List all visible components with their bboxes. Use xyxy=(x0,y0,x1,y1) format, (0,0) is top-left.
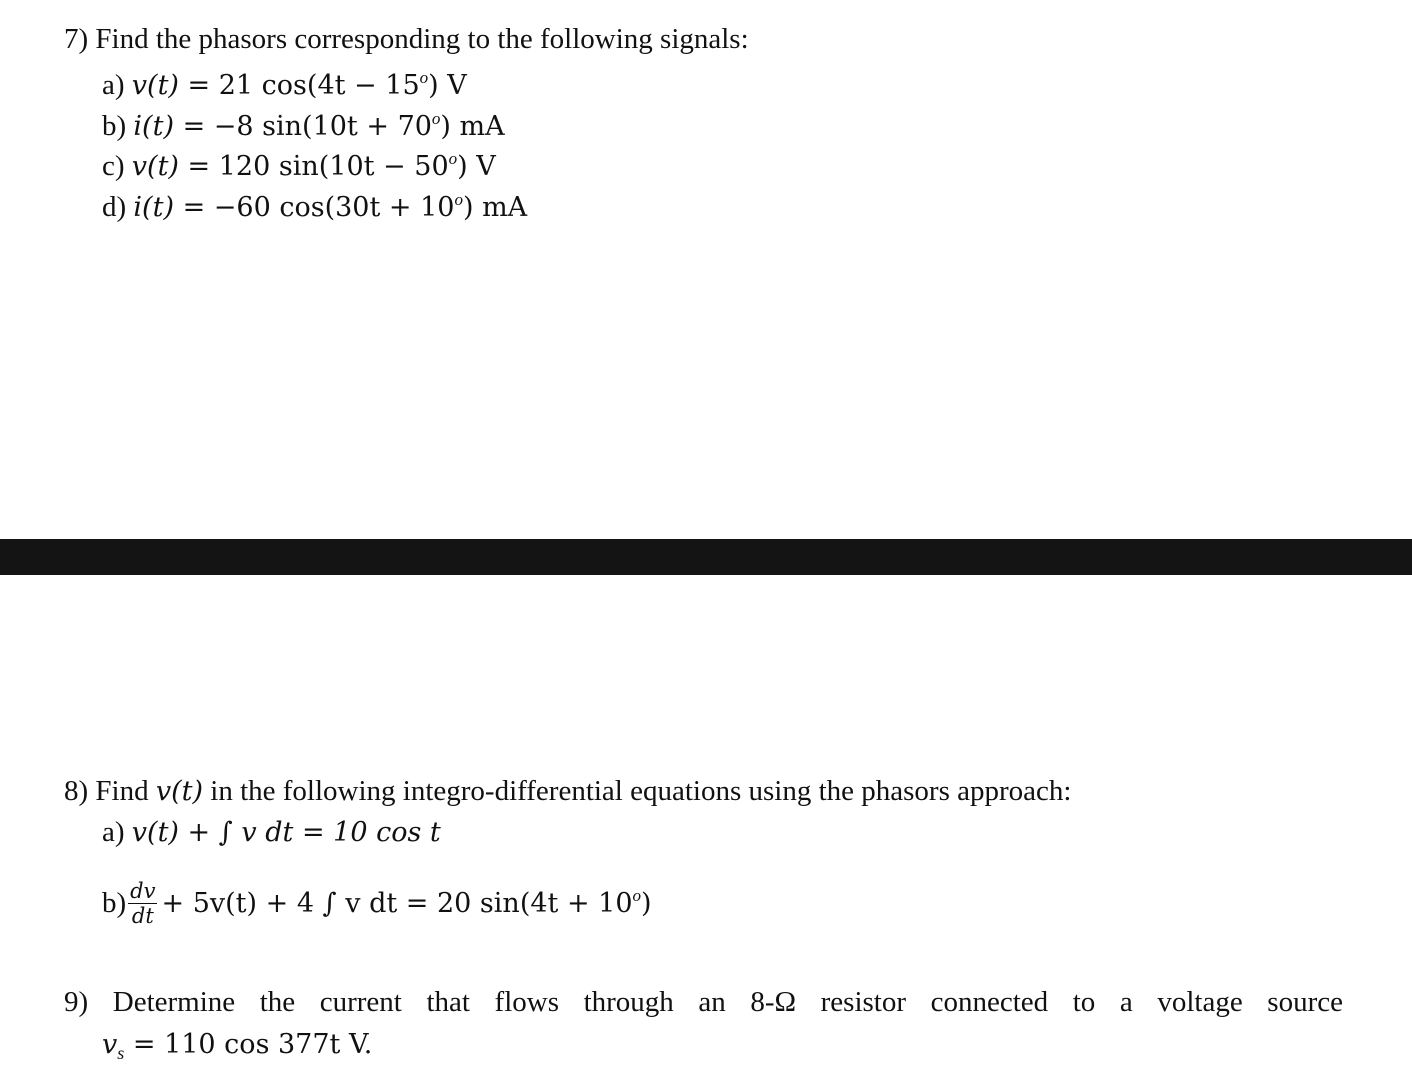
item-label: a) xyxy=(102,816,125,848)
item-lhs: v(t) xyxy=(131,151,179,182)
item-label: b) xyxy=(102,110,127,142)
derivative-fraction: dv dt xyxy=(128,878,158,928)
problem-8-heading: 8) Find v(t) in the following integro-di… xyxy=(64,774,1071,809)
item-expr: = 21 cos(4t − 15 xyxy=(178,70,420,101)
item-unit: ) mA xyxy=(462,192,528,223)
problem-7c: c) v(t) = 120 sin(10t − 50o) V xyxy=(102,142,496,184)
problem-9-expr: vs = 110 cos 377t V. xyxy=(102,1027,372,1070)
problem-8b: b) dv dt + 5v(t) + 4 ∫ v dt = 20 sin(4t + 1… xyxy=(102,868,652,932)
source-expr: = 110 cos 377t V. xyxy=(124,1029,373,1060)
problem-9-text: 9) Determine the current that flows thro… xyxy=(64,985,1343,1019)
item-lhs: i(t) xyxy=(133,111,174,142)
item-unit: ) mA xyxy=(440,111,505,142)
fraction-numerator: dv xyxy=(128,878,158,904)
problem-7-heading-text: 7) Find the phasors corresponding to the… xyxy=(64,23,749,55)
problem-8a: a) v(t) + ∫ v dt = 10 cos t xyxy=(102,815,441,850)
degree-symbol: o xyxy=(454,190,463,209)
item-expr: = −60 cos(30t + 10 xyxy=(173,192,455,223)
item-unit: ) V xyxy=(457,151,496,182)
item-label: b) xyxy=(102,887,127,919)
heading-variable: v(t) xyxy=(155,776,204,807)
item-lhs: i(t) xyxy=(133,192,174,223)
item-unit: ) V xyxy=(428,70,467,101)
item-label: d) xyxy=(102,191,127,223)
problem-7d: d) i(t) = −60 cos(30t + 10o) mA xyxy=(102,183,527,225)
fraction-denominator: dt xyxy=(131,903,154,928)
item-label: a) xyxy=(102,69,125,101)
item-expr: = −8 sin(10t + 70 xyxy=(173,111,432,142)
heading-text: 8) Find xyxy=(64,775,156,807)
problem-7-heading: 7) Find the phasors corresponding to the… xyxy=(64,22,749,56)
problem-7b: b) i(t) = −8 sin(10t + 70o) mA xyxy=(102,102,505,144)
degree-symbol: o xyxy=(632,886,642,905)
page-divider-bar xyxy=(0,539,1412,575)
item-expr: v(t) + ∫ v dt = 10 cos t xyxy=(131,817,441,848)
source-variable: v xyxy=(102,1029,118,1060)
problem-9-line1: 9) Determine the current that flows thro… xyxy=(64,986,1343,1018)
item-expr: = 120 sin(10t − 50 xyxy=(178,151,449,182)
degree-symbol: o xyxy=(419,68,429,87)
heading-text: in the following integro-differential eq… xyxy=(203,775,1072,807)
degree-symbol: o xyxy=(448,149,458,168)
item-expr: + 5v(t) + 4 ∫ v dt = 20 sin(4t + 10 xyxy=(161,888,633,919)
item-lhs: v(t) xyxy=(131,70,179,101)
problem-7a: a) v(t) = 21 cos(4t − 15o) V xyxy=(102,61,467,103)
item-label: c) xyxy=(102,150,125,182)
item-expr-end: ) xyxy=(641,888,652,919)
